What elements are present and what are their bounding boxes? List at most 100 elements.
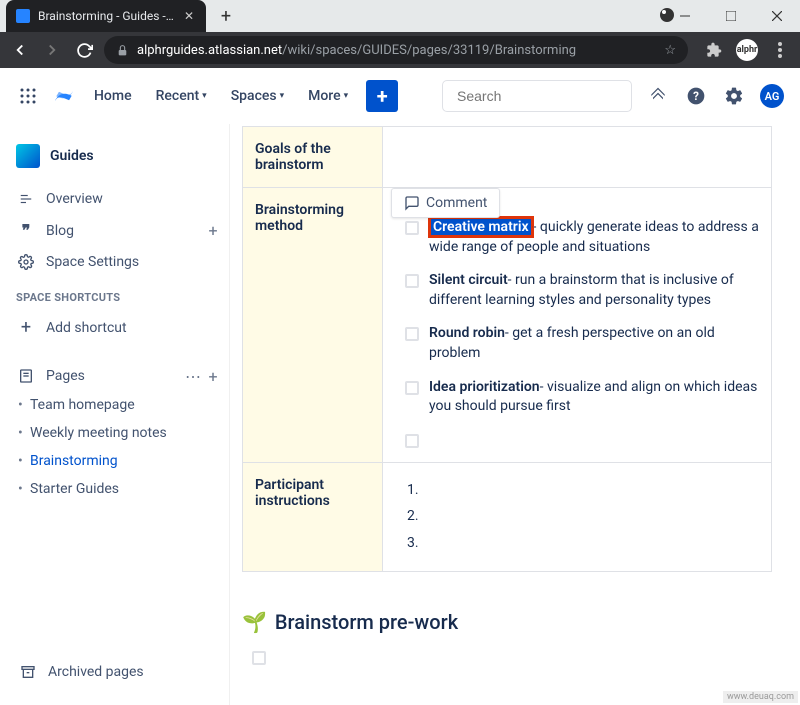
create-button[interactable]: + [366,80,398,112]
label: Add shortcut [46,320,127,336]
settings-gear-icon[interactable] [722,84,746,108]
notifications-icon[interactable] [646,84,670,108]
space-header[interactable]: Guides [6,136,223,184]
app-switcher-icon[interactable] [16,84,40,108]
add-page-icon[interactable]: + [203,367,223,386]
reload-button[interactable] [72,38,96,62]
checkbox[interactable] [405,327,419,341]
checkbox[interactable] [405,381,419,395]
label: Space Settings [46,254,139,270]
url-domain: alphrguides.atlassian.net [137,43,282,58]
confluence-top-nav: Home Recent▾ Spaces▾ More▾ + ? AG [0,68,800,124]
tab-title: Brainstorming - Guides - Conflu [38,9,174,23]
method-name: Round robin [429,325,505,341]
label: Blog [46,223,74,239]
chevron-down-icon: ▾ [344,91,349,101]
page-content: Goals of the brainstorm Brainstorming me… [230,124,800,705]
window-maximize-button[interactable] [708,0,754,32]
method-option[interactable]: Idea prioritization- visualize and align… [405,378,759,417]
sidebar-overview[interactable]: Overview [6,184,223,214]
prework-heading: 🌱 Brainstorm pre-work [242,610,788,634]
window-minimize-button[interactable] [662,0,708,32]
more-pages-icon[interactable]: ⋯ [183,367,203,386]
archive-icon [18,664,38,680]
window-close-button[interactable] [754,0,800,32]
comment-button[interactable]: Comment [391,188,500,218]
url-input[interactable]: alphrguides.atlassian.net/wiki/spaces/GU… [104,36,688,64]
browser-tab[interactable]: Brainstorming - Guides - Conflu ✕ [6,0,206,32]
method-name-highlighted: Creative matrix [429,217,533,237]
add-blog-icon[interactable]: + [203,221,223,240]
confluence-logo-icon[interactable] [52,84,76,108]
row-method-label: Brainstorming method [243,188,383,463]
row-goals-cell[interactable] [383,127,772,188]
checkbox[interactable] [405,434,419,448]
space-icon [16,144,40,168]
pages-icon [16,368,36,384]
label: Pages [46,368,85,384]
bookmark-star-icon[interactable]: ☆ [664,43,676,58]
method-name: Silent circuit [429,272,508,288]
gear-icon [16,254,36,270]
seedling-icon: 🌱 [242,610,267,634]
tree-item[interactable]: Weekly meeting notes [6,419,223,447]
svg-text:?: ? [693,89,699,103]
shortcuts-section-label: SPACE SHORTCUTS [6,277,223,310]
checkbox[interactable] [405,221,419,235]
method-option-empty[interactable] [405,431,759,448]
method-option[interactable]: Silent circuit- run a brainstorm that is… [405,271,759,310]
space-name: Guides [50,148,94,164]
extensions-icon[interactable] [702,38,726,62]
method-option[interactable]: Round robin- get a fresh perspective on … [405,324,759,363]
row-instructions-cell[interactable]: 1. 2. 3. [383,462,772,571]
search-field[interactable] [457,88,638,104]
nav-home[interactable]: Home [88,84,138,108]
search-input[interactable] [442,80,632,112]
row-goals-label: Goals of the brainstorm [243,127,383,188]
lock-icon [116,44,129,57]
prework-checkbox-row[interactable] [242,648,788,665]
tree-item[interactable]: Team homepage [6,391,223,419]
tree-item-current[interactable]: Brainstorming [6,447,223,475]
row-method-cell[interactable]: Comment Creative matrix- quickly generat… [383,188,772,463]
instruction-item: 3. [407,530,759,557]
nav-spaces[interactable]: Spaces▾ [225,84,290,108]
label: Overview [46,191,103,207]
plus-icon: + [16,317,36,338]
overview-icon [16,192,36,206]
sidebar: Guides Overview ❞ Blog + Space Settings … [0,124,230,705]
window-titlebar: Brainstorming - Guides - Conflu ✕ + [0,0,800,32]
nav-more[interactable]: More▾ [302,84,354,108]
back-button[interactable] [8,38,32,62]
confluence-favicon-icon [16,9,30,23]
prework-heading-text: Brainstorm pre-work [275,610,458,634]
url-path: /wiki/spaces/GUIDES/pages/33119/Brainsto… [282,43,576,58]
nav-recent[interactable]: Recent▾ [150,84,213,108]
chevron-down-icon: ▾ [280,91,285,101]
sidebar-space-settings[interactable]: Space Settings [6,247,223,277]
sidebar-pages[interactable]: Pages [6,361,183,391]
profile-avatar-icon[interactable]: alphr [736,39,758,61]
method-name: Idea prioritization [429,379,540,395]
forward-button[interactable] [40,38,64,62]
browser-address-bar: alphrguides.atlassian.net/wiki/spaces/GU… [0,32,800,68]
watermark: www.deuaq.com [723,691,798,703]
checkbox[interactable] [405,274,419,288]
comment-icon [404,195,420,211]
checkbox[interactable] [252,651,266,665]
method-option[interactable]: Creative matrix- quickly generate ideas … [405,218,759,257]
help-icon[interactable]: ? [684,84,708,108]
new-tab-button[interactable]: + [212,2,240,30]
comment-label: Comment [426,195,487,211]
user-avatar[interactable]: AG [760,84,784,108]
brainstorm-table: Goals of the brainstorm Brainstorming me… [242,126,772,572]
chevron-down-icon: ▾ [202,91,207,101]
tree-item[interactable]: Starter Guides [6,475,223,503]
blog-icon: ❞ [16,221,36,240]
label: Archived pages [48,664,144,680]
browser-menu-icon[interactable] [768,38,792,62]
close-tab-icon[interactable]: ✕ [182,9,196,23]
sidebar-blog[interactable]: ❞ Blog [6,214,203,247]
sidebar-archived[interactable]: Archived pages [8,657,222,687]
sidebar-add-shortcut[interactable]: + Add shortcut [6,310,223,345]
